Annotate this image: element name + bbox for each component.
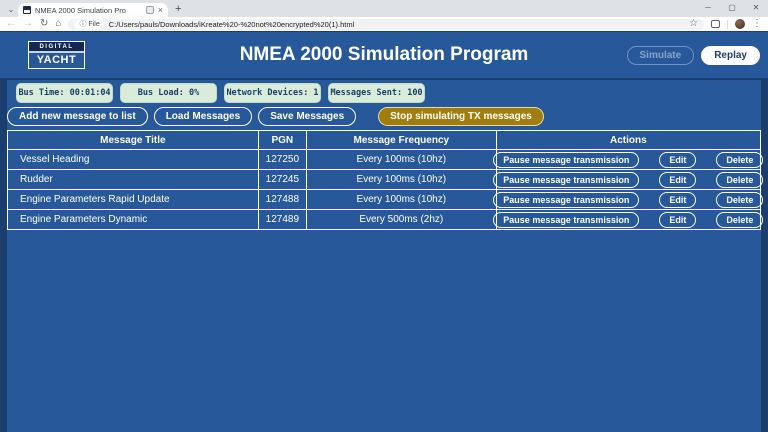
edit-button[interactable]: Edit	[659, 212, 696, 228]
pgn-cell: 127245	[258, 170, 306, 190]
digital-yacht-logo: DIGITAL YACHT	[28, 41, 85, 69]
browser-tab[interactable]: NMEA 2000 Simulation Pro ×	[18, 3, 168, 17]
frequency-cell: Every 100ms (10hz)	[306, 190, 496, 210]
col-header-actions: Actions	[496, 131, 760, 150]
edit-button[interactable]: Edit	[659, 192, 696, 208]
file-protocol-chip[interactable]: ⓘ File	[74, 20, 104, 29]
window-maximize-button[interactable]: ▢	[720, 0, 744, 14]
chip-label: File	[88, 21, 99, 28]
add-message-button[interactable]: Add new message to list	[7, 107, 148, 126]
col-header-pgn: PGN	[258, 131, 306, 150]
page-main: Bus Time: 00:01:04 Bus Load: 0% Network …	[7, 80, 761, 432]
browser-action-icon[interactable]	[711, 20, 720, 28]
message-title-cell: Rudder	[8, 170, 259, 190]
page-header: DIGITAL YACHT NMEA 2000 Simulation Progr…	[0, 32, 768, 78]
message-title-cell: Vessel Heading	[8, 150, 259, 170]
new-tab-button[interactable]: +	[175, 3, 181, 15]
window-controls: ─ ▢ ✕	[696, 0, 768, 14]
forward-icon[interactable]: →	[23, 19, 33, 29]
command-row: Add new message to list Load Messages Sa…	[7, 107, 761, 126]
pgn-cell: 127250	[258, 150, 306, 170]
info-icon: ⓘ	[79, 19, 86, 29]
table-row: Engine Parameters Dynamic 127489 Every 5…	[8, 210, 761, 230]
home-icon[interactable]: ⌂	[55, 19, 61, 29]
bus-time-badge: Bus Time: 00:01:04	[16, 83, 113, 103]
table-row: Rudder 127245 Every 100ms (10hz) Pause m…	[8, 170, 761, 190]
pause-transmission-button[interactable]: Pause message transmission	[493, 152, 639, 168]
delete-button[interactable]: Delete	[716, 152, 763, 168]
profile-avatar[interactable]	[735, 19, 745, 29]
pgn-cell: 127488	[258, 190, 306, 210]
status-badges: Bus Time: 00:01:04 Bus Load: 0% Network …	[16, 83, 761, 103]
bookmark-star-icon[interactable]: ☆	[689, 19, 698, 29]
window-close-button[interactable]: ✕	[744, 0, 768, 14]
tab-close-icon[interactable]: ×	[158, 6, 163, 14]
save-messages-button[interactable]: Save Messages	[258, 107, 356, 126]
edit-button[interactable]: Edit	[659, 172, 696, 188]
tab-title: NMEA 2000 Simulation Pro	[35, 6, 142, 15]
message-title-cell: Engine Parameters Rapid Update	[8, 190, 259, 210]
delete-button[interactable]: Delete	[716, 172, 763, 188]
header-buttons: Simulate Replay	[627, 46, 760, 65]
pause-transmission-button[interactable]: Pause message transmission	[493, 172, 639, 188]
tab-media-icon	[146, 6, 154, 14]
site-favicon-icon	[23, 6, 31, 14]
browser-toolbar: ← → ↻ ⌂ ⓘ File C:/Users/pauls/Downloads/…	[0, 17, 768, 31]
url-text: C:/Users/pauls/Downloads/iKreate%20-%20n…	[109, 20, 355, 29]
messages-table: Message Title PGN Message Frequency Acti…	[7, 130, 761, 230]
replay-button[interactable]: Replay	[701, 46, 760, 65]
logo-top-text: DIGITAL	[29, 42, 84, 53]
pgn-cell: 127489	[258, 210, 306, 230]
menu-dots-icon[interactable]: ⋮	[752, 19, 762, 29]
window-minimize-button[interactable]: ─	[696, 0, 720, 14]
col-header-frequency: Message Frequency	[306, 131, 496, 150]
col-header-message-title: Message Title	[8, 131, 259, 150]
bus-load-badge: Bus Load: 0%	[120, 83, 217, 103]
page: DIGITAL YACHT NMEA 2000 Simulation Progr…	[0, 31, 768, 432]
toolbar-divider	[727, 20, 728, 29]
table-row: Vessel Heading 127250 Every 100ms (10hz)…	[8, 150, 761, 170]
browser-tabstrip: ⌄ NMEA 2000 Simulation Pro × + ─ ▢ ✕	[0, 0, 768, 17]
row-actions: Pause message transmission Edit Delete	[497, 172, 760, 188]
address-bar[interactable]: ⓘ File C:/Users/pauls/Downloads/iKreate%…	[68, 19, 704, 30]
back-icon[interactable]: ←	[6, 19, 16, 29]
pause-transmission-button[interactable]: Pause message transmission	[493, 192, 639, 208]
row-actions: Pause message transmission Edit Delete	[497, 192, 760, 208]
load-messages-button[interactable]: Load Messages	[154, 107, 252, 126]
tab-search-chevron-icon[interactable]: ⌄	[4, 3, 18, 16]
reload-icon[interactable]: ↻	[40, 19, 48, 29]
logo-bottom-text: YACHT	[29, 53, 84, 68]
network-devices-badge: Network Devices: 1	[224, 83, 321, 103]
edit-button[interactable]: Edit	[659, 152, 696, 168]
row-actions: Pause message transmission Edit Delete	[497, 152, 760, 168]
frequency-cell: Every 100ms (10hz)	[306, 170, 496, 190]
stop-simulating-button[interactable]: Stop simulating TX messages	[378, 107, 544, 126]
pause-transmission-button[interactable]: Pause message transmission	[493, 212, 639, 228]
table-row: Engine Parameters Rapid Update 127488 Ev…	[8, 190, 761, 210]
messages-sent-badge: Messages Sent: 100	[328, 83, 425, 103]
simulate-button[interactable]: Simulate	[627, 46, 695, 65]
delete-button[interactable]: Delete	[716, 192, 763, 208]
message-title-cell: Engine Parameters Dynamic	[8, 210, 259, 230]
frequency-cell: Every 500ms (2hz)	[306, 210, 496, 230]
row-actions: Pause message transmission Edit Delete	[497, 212, 760, 228]
frequency-cell: Every 100ms (10hz)	[306, 150, 496, 170]
delete-button[interactable]: Delete	[716, 212, 763, 228]
table-header-row: Message Title PGN Message Frequency Acti…	[8, 131, 761, 150]
